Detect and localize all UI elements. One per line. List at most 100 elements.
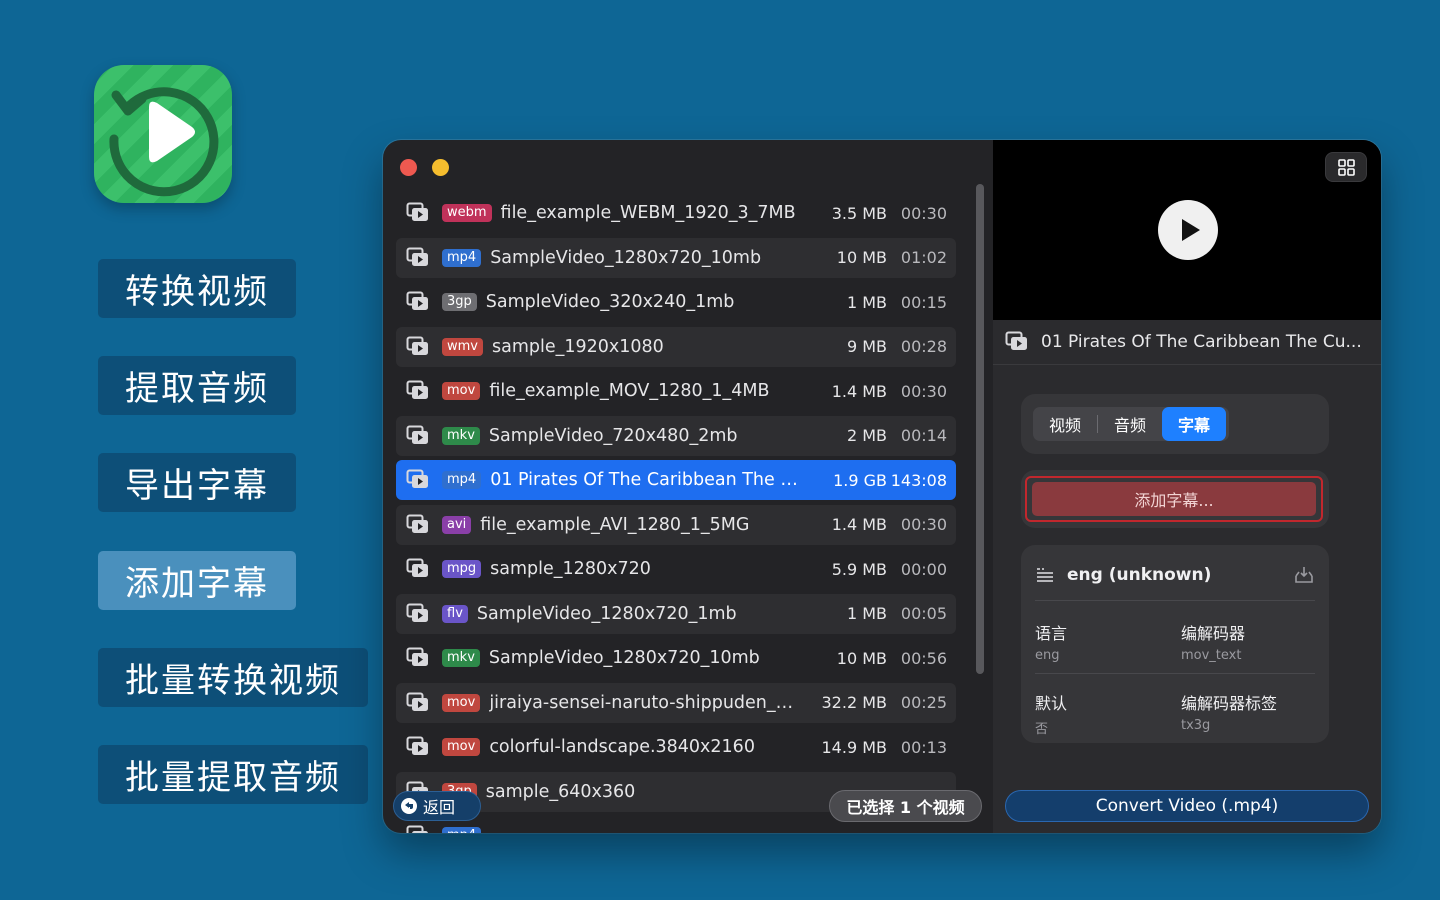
feature-batch-convert-video[interactable]: 批量转换视频 [98,648,368,707]
file-size: 5.9 MB [831,559,887,579]
feature-batch-extract-audio[interactable]: 批量提取音频 [98,745,368,804]
codec-value: mov_text [1181,648,1242,663]
close-window-button[interactable] [400,159,417,176]
file-row[interactable]: mov file_example_MOV_1280_1_4MB 1.4 MB 00:3… [396,371,956,411]
file-duration: 00:05 [900,604,947,623]
file-size: 3.5 MB [831,203,887,223]
file-name: SampleVideo_320x240_1mb [485,292,735,312]
file-row[interactable]: flv SampleVideo_1280x720_1mb 1 MB 00:05 [396,593,956,634]
divider [1035,600,1315,601]
video-file-icon [406,336,428,355]
video-file-icon [406,469,428,488]
file-duration: 00:30 [900,203,947,223]
file-duration: 143:08 [890,470,947,490]
file-row[interactable]: mpg sample_1280x720 5.9 MB 00:00 [396,549,956,589]
minimize-window-button[interactable] [432,159,449,176]
selection-count-label: 已选择 1 个视频 [846,798,965,817]
video-file-icon [406,603,428,622]
subtitle-track-header: eng (unknown) [1035,563,1315,587]
format-badge: 3gp [442,293,477,311]
feature-add-subtitle[interactable]: 添加字幕 [98,551,296,610]
file-duration: 00:56 [900,648,947,668]
feature-convert-video[interactable]: 转换视频 [98,259,296,318]
subtitle-track-title: eng (unknown) [1067,565,1212,585]
file-row[interactable]: 3gp SampleVideo_320x240_1mb 1 MB 00:15 [396,282,956,322]
divider [1035,673,1315,674]
tab-label: 视频 [1048,416,1081,435]
file-size: 10 MB [836,648,887,668]
file-name: file_example_WEBM_1920_3_7MB [500,203,796,223]
file-duration: 00:13 [900,737,947,757]
file-size: 1.4 MB [831,381,887,401]
file-row[interactable]: mp4 01 Pirates Of The Caribbean The Cur..… [396,460,956,500]
video-file-icon [406,425,428,444]
video-file-icon [406,380,428,399]
file-row[interactable]: mov colorful-landscape.3840x2160 14.9 MB 00… [396,727,956,767]
codec-tag-value: tx3g [1181,718,1211,733]
file-name: colorful-landscape.3840x2160 [489,737,755,757]
add-subtitle-button[interactable]: 添加字幕... [1032,482,1316,516]
format-badge: mkv [442,426,480,445]
video-file-icon [406,647,428,666]
file-row[interactable]: mp4 SampleVideo_1280x720_10mb 10 MB 01:02 [396,237,956,278]
video-preview[interactable] [993,140,1381,320]
file-duration: 00:15 [900,292,947,312]
language-field: 语言 eng [1035,620,1067,663]
video-file-icon [406,692,428,711]
language-label: 语言 [1035,624,1068,643]
list-scrollbar[interactable] [973,182,987,822]
format-badge: webm [442,204,492,222]
tab-video[interactable]: 视频 [1033,407,1097,441]
file-row[interactable]: mkv SampleVideo_720x480_2mb 2 MB 00:14 [396,415,956,456]
file-row[interactable]: webm file_example_WEBM_1920_3_7MB 3.5 MB 00… [396,193,956,233]
file-duration: 00:25 [900,693,947,712]
file-name: sample_640x360 [485,781,636,802]
scrollbar-thumb[interactable] [976,184,984,674]
feature-extract-audio[interactable]: 提取音频 [98,356,296,415]
convert-video-button[interactable]: Convert Video (.mp4) [1005,790,1369,822]
file-name: jiraiya-sensei-naruto-shippuden_mp4 [489,692,807,713]
video-file-list: webm file_example_WEBM_1920_3_7MB 3.5 MB 00… [396,193,956,833]
format-badge: mov [442,738,481,756]
grid-view-button[interactable] [1325,152,1367,182]
format-badge: wmv [442,337,483,356]
file-row[interactable]: mov jiraiya-sensei-naruto-shippuden_mp4 32… [396,682,956,723]
feature-label: 批量转换视频 [125,661,341,701]
tab-audio[interactable]: 音频 [1098,407,1162,441]
file-duration: 00:14 [900,426,947,445]
format-badge: mpg [442,560,482,578]
play-button[interactable] [1158,200,1218,260]
file-size: 9 MB [846,337,887,356]
video-file-icon [406,558,428,577]
video-file-icon [406,247,428,266]
feature-label: 提取音频 [125,369,269,409]
app-window: webm file_example_WEBM_1920_3_7MB 3.5 MB 00… [383,140,1381,833]
file-size: 14.9 MB [821,737,888,757]
selection-count-badge: 已选择 1 个视频 [829,790,982,822]
feature-label: 导出字幕 [125,466,269,506]
file-duration: 00:28 [900,337,947,356]
subtitle-track-icon [1037,568,1053,582]
feature-export-subtitle[interactable]: 导出字幕 [98,453,296,512]
file-row[interactable]: avi file_example_AVI_1280_1_5MG 1.4 MB 00:3… [396,504,956,545]
add-subtitle-card: 添加字幕... [1021,470,1329,528]
format-badge: mp4 [442,827,482,833]
video-file-icon [406,514,428,533]
file-row[interactable]: wmv sample_1920x1080 9 MB 00:28 [396,326,956,367]
language-value: eng [1035,648,1060,663]
back-button[interactable]: 返回 [393,791,481,821]
file-duration: 01:02 [900,248,947,267]
feature-label: 添加字幕 [125,564,269,604]
video-file-icon [406,202,428,221]
codec-tag-label: 编解码器标签 [1181,694,1278,713]
file-row[interactable]: mkv SampleVideo_1280x720_10mb 10 MB 00:56 [396,638,956,678]
file-size: 1.9 GB [833,470,887,490]
tab-subtitle[interactable]: 字幕 [1162,407,1226,441]
app-icon [94,65,232,203]
video-file-icon [406,825,428,833]
extract-subtitle-icon[interactable] [1293,565,1315,585]
format-badge: mp4 [442,248,482,267]
default-field: 默认 否 [1035,690,1067,737]
file-size: 10 MB [836,248,887,267]
file-name: file_example_AVI_1280_1_5MG [480,514,750,535]
